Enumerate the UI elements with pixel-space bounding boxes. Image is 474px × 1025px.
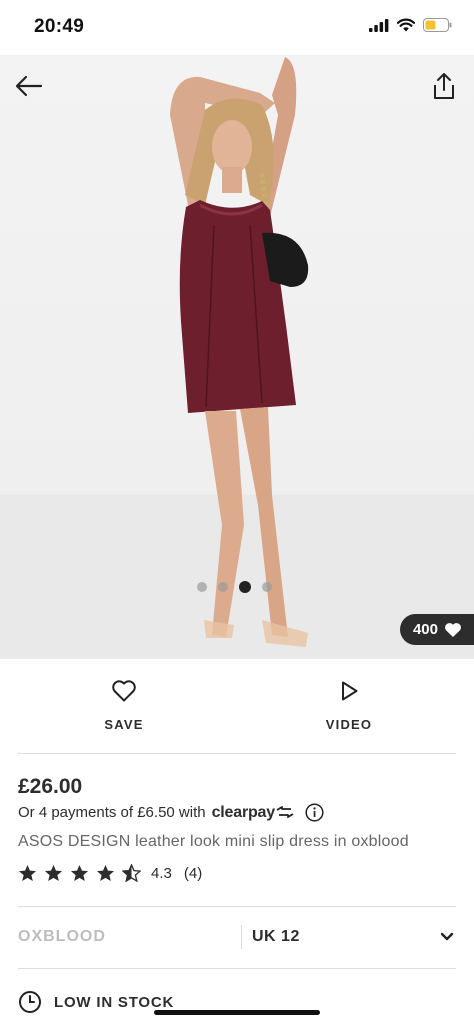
colour-selector: OXBLOOD xyxy=(18,928,106,945)
status-icons xyxy=(369,18,452,32)
rating-stars xyxy=(18,864,141,882)
selector-separator xyxy=(241,925,242,949)
star-half-icon xyxy=(122,864,141,882)
star-filled-icon xyxy=(70,864,89,882)
gallery-dot[interactable] xyxy=(218,582,228,592)
product-image-gallery[interactable]: 400 xyxy=(0,55,474,659)
save-label: SAVE xyxy=(104,717,144,732)
gallery-dot[interactable] xyxy=(197,582,207,592)
back-arrow-icon[interactable] xyxy=(14,71,44,101)
stock-label: LOW IN STOCK xyxy=(54,993,175,1011)
video-label: VIDEO xyxy=(325,717,373,732)
installments-info: Or 4 payments of £6.50 with clearpay xyxy=(18,803,324,822)
product-photo xyxy=(0,57,474,659)
clearpay-arrows-icon xyxy=(276,805,294,818)
divider xyxy=(18,753,456,754)
likes-count: 400 xyxy=(412,621,438,638)
product-price: £26.00 xyxy=(18,775,83,798)
likes-badge[interactable]: 400 xyxy=(399,614,474,645)
chevron-down-icon[interactable] xyxy=(440,932,454,941)
gallery-dot-active[interactable] xyxy=(239,581,251,593)
video-button[interactable]: VIDEO xyxy=(299,679,399,732)
status-bar: 20:49 xyxy=(0,0,474,55)
gallery-dot[interactable] xyxy=(262,582,272,592)
product-title: ASOS DESIGN leather look mini slip dress… xyxy=(18,833,409,850)
action-bar: SAVE VIDEO xyxy=(0,659,474,753)
star-filled-icon xyxy=(44,864,63,882)
size-selector[interactable]: UK 12 xyxy=(252,928,300,946)
star-filled-icon xyxy=(96,864,115,882)
rating-count: (4) xyxy=(183,864,203,882)
save-button[interactable]: SAVE xyxy=(74,679,174,732)
info-icon[interactable] xyxy=(305,803,324,822)
clock-icon xyxy=(19,991,41,1013)
installments-text: Or 4 payments of £6.50 with xyxy=(18,804,206,821)
product-rating[interactable]: 4.3 (4) xyxy=(18,864,202,882)
divider xyxy=(18,968,456,969)
stock-status: LOW IN STOCK xyxy=(18,990,174,1014)
share-icon[interactable] xyxy=(430,71,458,101)
gallery-pagination xyxy=(197,581,272,593)
clearpay-logo: clearpay xyxy=(212,804,295,822)
divider xyxy=(18,906,456,907)
status-time: 20:49 xyxy=(34,16,85,37)
cellular-signal-icon xyxy=(369,18,389,32)
heart-outline-icon xyxy=(112,680,136,702)
wifi-icon xyxy=(397,18,415,32)
battery-icon xyxy=(423,18,452,32)
rating-value: 4.3 xyxy=(151,864,172,882)
star-filled-icon xyxy=(18,864,37,882)
play-icon xyxy=(342,681,358,701)
heart-filled-icon xyxy=(445,622,461,637)
home-indicator[interactable] xyxy=(154,1010,320,1015)
